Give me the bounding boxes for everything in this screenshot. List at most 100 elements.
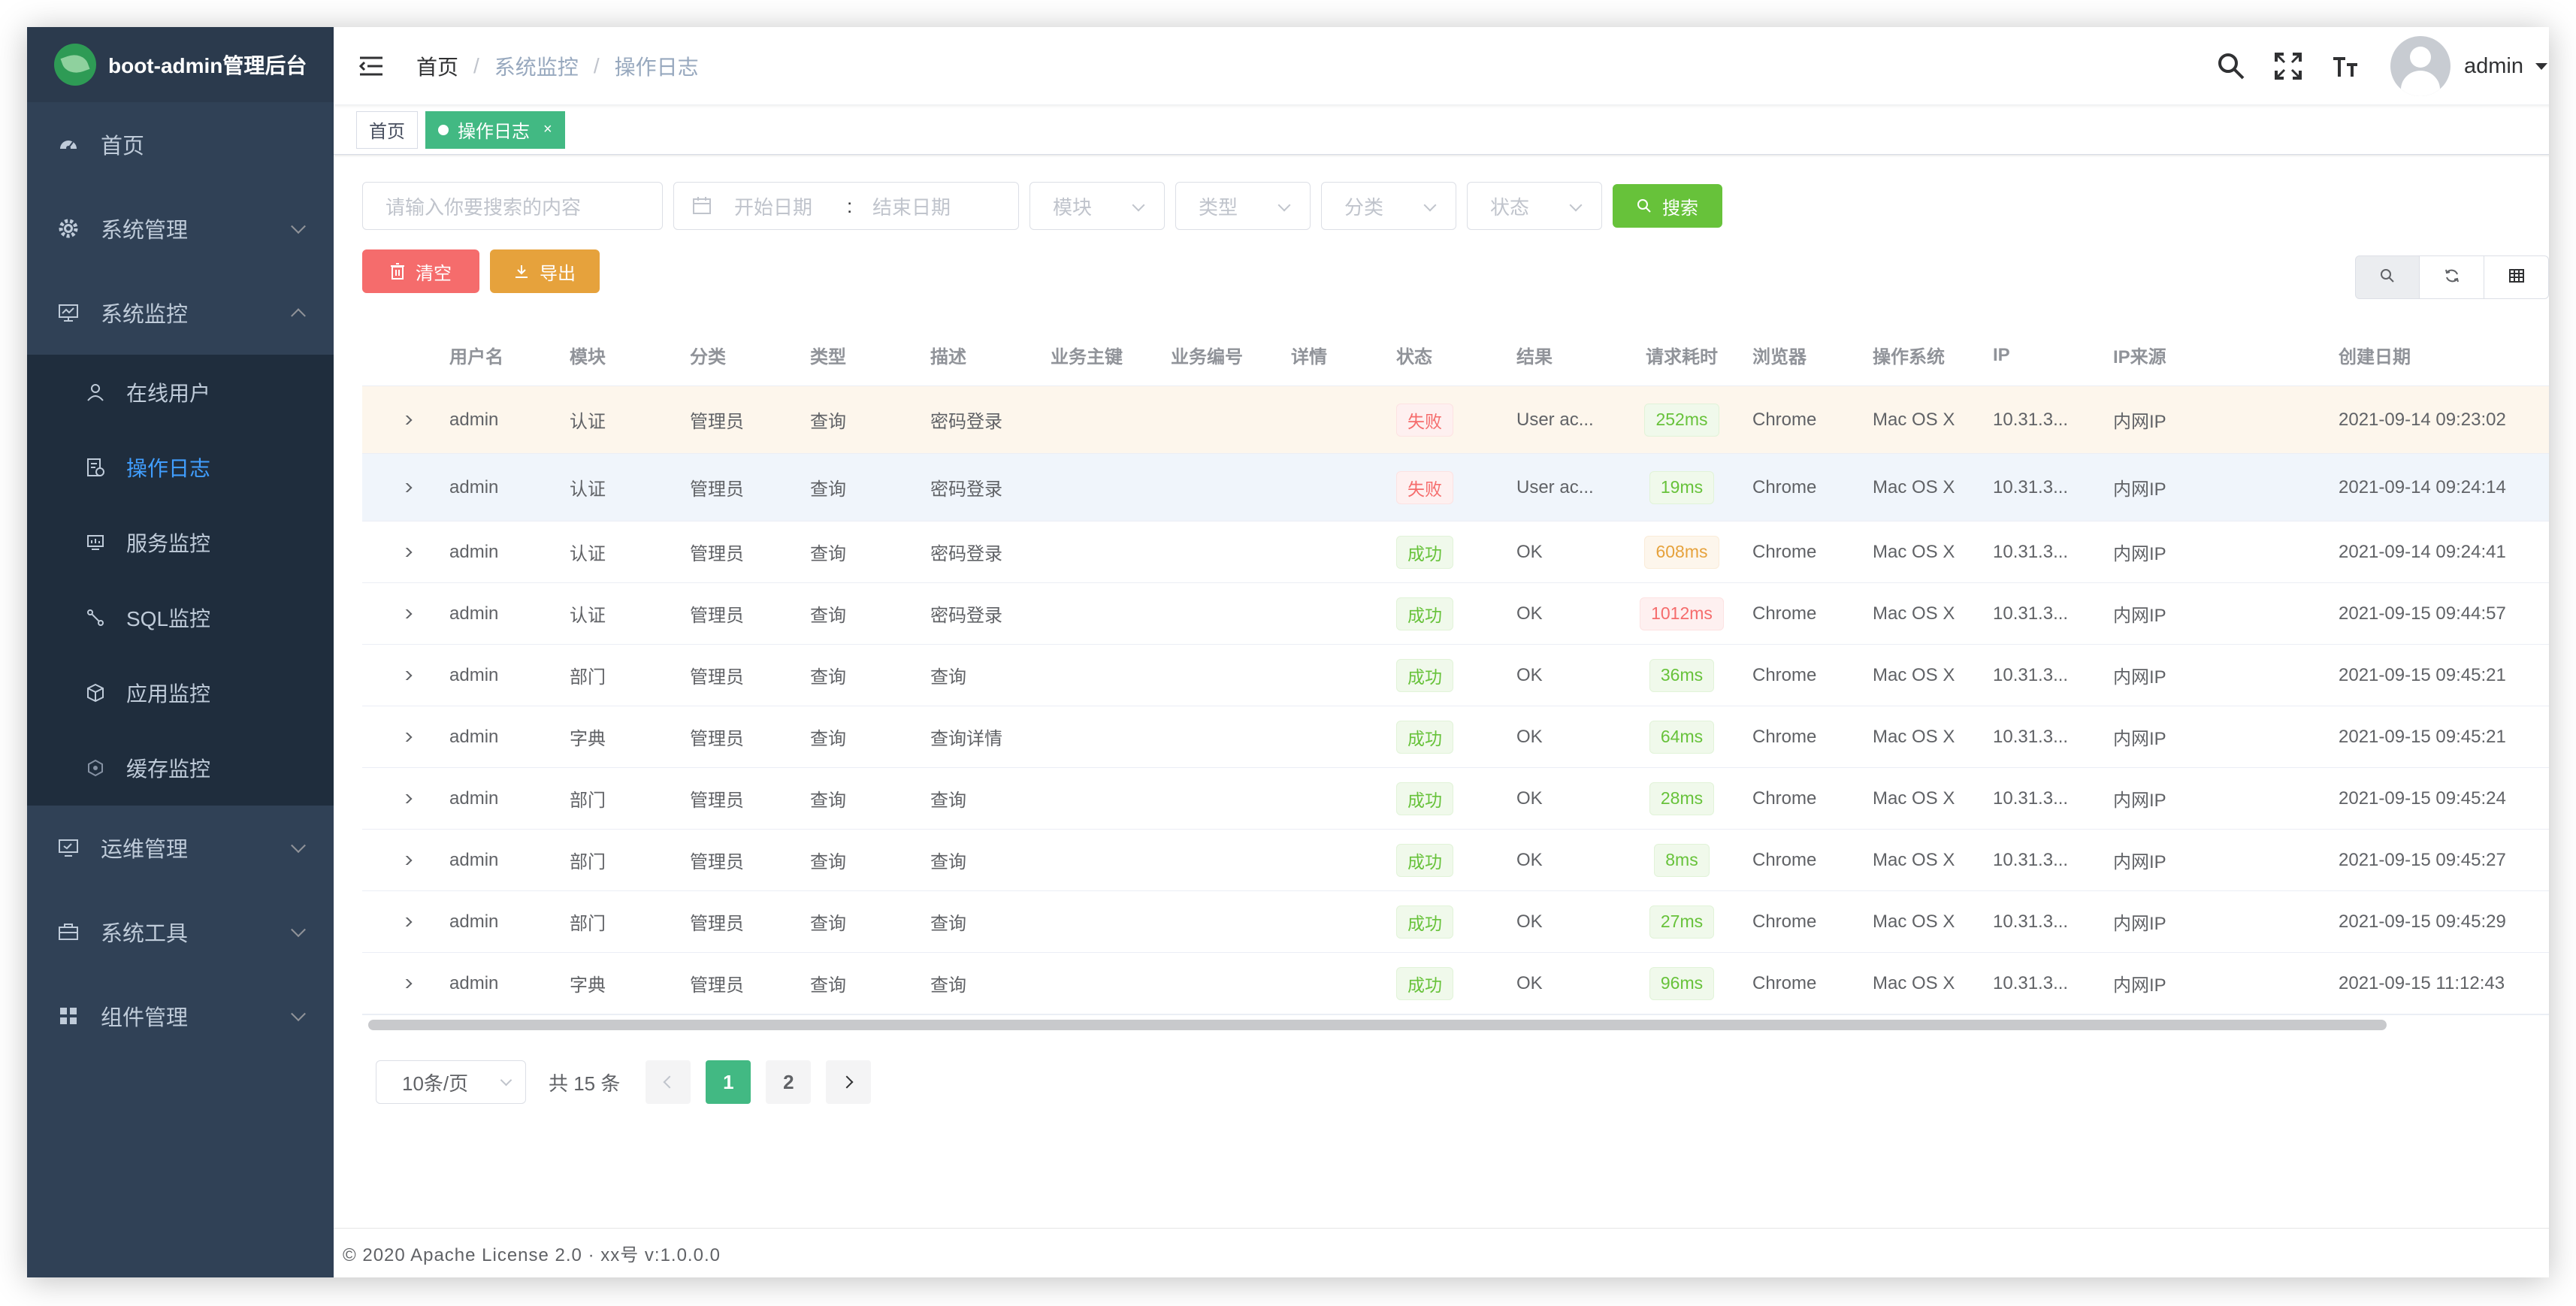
chevron-right-icon[interactable] (399, 855, 413, 865)
column-header: 详情 (1291, 347, 1327, 367)
table-row[interactable]: admin 认证 管理员 查询 密码登录 失败 User ac... 252ms Chrome M… (362, 386, 2549, 454)
duration-cell: 28ms (1626, 781, 1737, 815)
hamburger-icon[interactable] (356, 51, 386, 81)
logo[interactable]: boot-admin管理后台 (27, 27, 334, 102)
chevron-right-icon[interactable] (399, 547, 413, 557)
expand-cell[interactable] (362, 609, 434, 618)
caret-down-icon[interactable] (2535, 62, 2547, 70)
tag-operation-log[interactable]: 操作日志 × (425, 110, 565, 149)
total-count: 共 15 条 (549, 1072, 621, 1095)
end-date-placeholder[interactable]: 结束日期 (872, 192, 951, 220)
status-select[interactable]: 状态 (1467, 182, 1602, 230)
chevron-right-icon[interactable] (399, 794, 413, 803)
tag-home[interactable]: 首页 (356, 110, 418, 149)
search-icon[interactable] (2212, 47, 2251, 86)
prev-page-button[interactable] (646, 1060, 691, 1104)
clear-button[interactable]: 清空 (362, 249, 479, 293)
scrollbar-thumb[interactable] (368, 1020, 2387, 1030)
chevron-right-icon[interactable] (399, 609, 413, 618)
expand-cell[interactable] (362, 670, 434, 680)
status-cell: 成功 (1381, 720, 1501, 754)
action-bar: 清空 导出 (362, 249, 2549, 299)
fullscreen-icon[interactable] (2269, 47, 2308, 86)
table-row[interactable]: admin 部门 管理员 查询 查询 成功 OK 27ms Chrome Mac OS X 10.3… (362, 891, 2549, 953)
user-name[interactable]: admin (2464, 54, 2523, 79)
page-size-select[interactable]: 10条/页 (376, 1060, 526, 1104)
page-1-button[interactable]: 1 (706, 1060, 751, 1104)
expand-cell[interactable] (362, 482, 434, 492)
table-cell: admin (449, 972, 499, 993)
table-row[interactable]: admin 部门 管理员 查询 查询 成功 OK 36ms Chrome Mac OS X 10.3… (362, 645, 2549, 706)
leaf-logo-icon (54, 44, 96, 86)
table-row[interactable]: admin 认证 管理员 查询 密码登录 成功 OK 608ms Chrome Mac OS X 1… (362, 521, 2549, 583)
sidebar-item-app-monitor[interactable]: 应用监控 (27, 655, 334, 730)
chevron-right-icon[interactable] (399, 978, 413, 988)
expand-cell[interactable] (362, 547, 434, 557)
sidebar-item-home[interactable]: 首页 (27, 102, 334, 186)
breadcrumb-home[interactable]: 首页 (416, 51, 458, 81)
toggle-search-button[interactable] (2355, 255, 2420, 299)
table-row[interactable]: admin 字典 管理员 查询 查询详情 成功 OK 64ms Chrome Mac OS X 10… (362, 706, 2549, 768)
table-row[interactable]: admin 部门 管理员 查询 查询 成功 OK 28ms Chrome Mac OS X 10.3… (362, 768, 2549, 830)
chevron-down-icon (500, 1074, 512, 1087)
date-range-picker[interactable]: 开始日期 : 结束日期 (673, 182, 1019, 230)
sidebar-item-cache-monitor[interactable]: 缓存监控 (27, 730, 334, 806)
module-select[interactable]: 模块 (1029, 182, 1165, 230)
table-cell: Chrome (1752, 788, 1817, 809)
table-cell: User ac... (1516, 476, 1594, 497)
sidebar-item-system-management[interactable]: 系统管理 (27, 186, 334, 271)
expand-cell[interactable] (362, 732, 434, 742)
table-cell: 2021-09-15 09:45:21 (2339, 726, 2506, 747)
sidebar-item-components[interactable]: 组件管理 (27, 974, 334, 1058)
page-2-button[interactable]: 2 (766, 1060, 812, 1104)
chevron-right-icon[interactable] (399, 415, 413, 425)
horizontal-scrollbar[interactable] (362, 1017, 2549, 1032)
active-dot-icon (438, 124, 449, 135)
sidebar-item-sql-monitor[interactable]: SQL监控 (27, 580, 334, 655)
duration-cell: 19ms (1626, 470, 1737, 504)
sidebar-item-system-tools[interactable]: 系统工具 (27, 890, 334, 974)
sidebar-item-system-monitor[interactable]: 系统监控 (27, 271, 334, 355)
table-cell: 内网IP (2113, 544, 2166, 564)
sidebar-item-operation-log[interactable]: 操作日志 (27, 430, 334, 505)
search-button[interactable]: 搜索 (1613, 184, 1722, 228)
type-select[interactable]: 类型 (1175, 182, 1311, 230)
start-date-placeholder[interactable]: 开始日期 (734, 192, 847, 220)
expand-cell[interactable] (362, 917, 434, 927)
online-user-icon (84, 381, 107, 404)
table-row[interactable]: admin 认证 管理员 查询 密码登录 成功 OK 1012ms Chrome Mac OS X… (362, 583, 2549, 645)
expand-cell[interactable] (362, 855, 434, 865)
table-row[interactable]: admin 部门 管理员 查询 查询 成功 OK 8ms Chrome Mac OS X 10.31… (362, 830, 2549, 891)
category-select[interactable]: 分类 (1321, 182, 1456, 230)
table-cell: Chrome (1752, 409, 1817, 430)
expand-cell[interactable] (362, 794, 434, 803)
keyword-input[interactable]: 请输入你要搜索的内容 (362, 182, 663, 230)
sidebar-item-server-monitor[interactable]: 服务监控 (27, 505, 334, 580)
chevron-right-icon[interactable] (399, 670, 413, 680)
export-button[interactable]: 导出 (490, 249, 600, 293)
table-row[interactable]: admin 字典 管理员 查询 查询 成功 OK 96ms Chrome Mac OS X 10.3… (362, 953, 2549, 1014)
next-page-button[interactable] (826, 1060, 872, 1104)
table-cell: 字典 (570, 975, 606, 996)
page-size-value: 10条/页 (402, 1072, 469, 1095)
sidebar-item-online-users[interactable]: 在线用户 (27, 355, 334, 430)
sidebar-item-ops-management[interactable]: 运维管理 (27, 806, 334, 890)
table-cell: 10.31.3... (1993, 788, 2069, 809)
chevron-right-icon[interactable] (399, 732, 413, 742)
table-toolbar (2355, 255, 2549, 299)
chevron-right-icon[interactable] (399, 482, 413, 492)
breadcrumb-system-monitor[interactable]: 系统监控 (494, 51, 579, 81)
chevron-right-icon[interactable] (399, 917, 413, 927)
table-cell: admin (449, 849, 499, 870)
sidebar: boot-admin管理后台 首页 系统管理 系统监控 在线用户 操作日志 服务… (27, 27, 334, 1277)
close-icon[interactable]: × (543, 121, 552, 138)
refresh-button[interactable] (2420, 255, 2484, 299)
table-cell: Mac OS X (1873, 849, 1955, 870)
expand-cell[interactable] (362, 415, 434, 425)
avatar[interactable] (2390, 36, 2451, 96)
table-row[interactable]: admin 认证 管理员 查询 密码登录 失败 User ac... 19ms Chrome Ma… (362, 454, 2549, 521)
columns-button[interactable] (2484, 255, 2549, 299)
expand-cell[interactable] (362, 978, 434, 988)
font-size-icon[interactable] (2326, 47, 2365, 86)
table-body: admin 认证 管理员 查询 密码登录 失败 User ac... 252ms Chrome M… (362, 386, 2549, 1014)
